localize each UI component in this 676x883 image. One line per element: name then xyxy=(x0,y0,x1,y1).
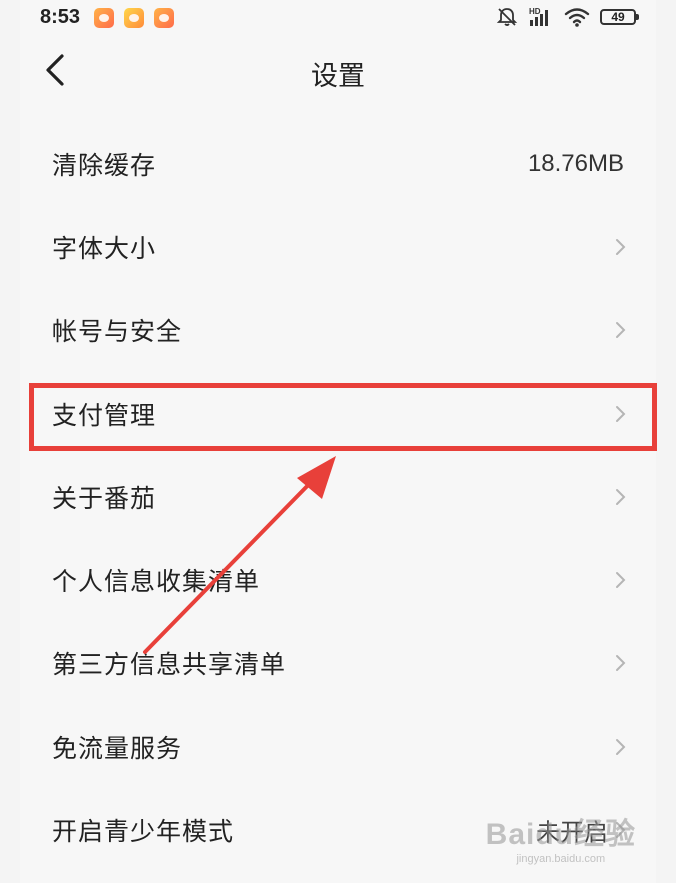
settings-list: 清除缓存 18.76MB 字体大小 帐号与安全 支付管理 关于番茄 个人信息收集… xyxy=(20,122,656,872)
battery-icon: 49 xyxy=(600,9,639,25)
settings-item-personal-info-list[interactable]: 个人信息收集清单 xyxy=(20,538,656,621)
settings-item-about[interactable]: 关于番茄 xyxy=(20,455,656,538)
bell-muted-icon xyxy=(496,8,518,26)
network-hd-label: HD xyxy=(529,7,541,16)
annotation-highlight-box xyxy=(29,383,657,451)
notification-weibo-icon xyxy=(124,8,144,28)
watermark-logo: Baidu经验 xyxy=(485,818,636,851)
settings-item-label: 免流量服务 xyxy=(52,733,183,763)
signal-icon: HD xyxy=(529,7,548,26)
settings-item-label: 帐号与安全 xyxy=(52,317,183,347)
settings-item-account-security[interactable]: 帐号与安全 xyxy=(20,289,656,372)
baidu-watermark: Baidu经验 jingyan.baidu.com xyxy=(486,809,636,865)
notification-app-icon xyxy=(94,8,114,28)
settings-item-label: 字体大小 xyxy=(52,233,157,263)
settings-item-label: 第三方信息共享清单 xyxy=(52,650,287,680)
settings-item-font-size[interactable]: 字体大小 xyxy=(20,205,656,288)
settings-item-third-party-sharing[interactable]: 第三方信息共享清单 xyxy=(20,622,656,705)
settings-item-clear-cache[interactable]: 清除缓存 18.76MB xyxy=(20,122,656,205)
chevron-right-icon xyxy=(616,488,626,505)
notification-app-icon xyxy=(154,8,174,28)
status-time: 8:53 xyxy=(40,6,81,28)
chevron-right-icon xyxy=(616,655,626,672)
chevron-right-icon xyxy=(616,238,626,255)
page-title: 设置 xyxy=(311,61,365,92)
settings-item-label: 开启青少年模式 xyxy=(52,817,235,847)
status-icons: HD 49 xyxy=(496,6,639,28)
settings-screen: 8:53 HD 49 设置 清除缓存 18.76MB 字体大小 帐号与安全 支付… xyxy=(0,0,676,883)
watermark-url: jingyan.baidu.com xyxy=(516,853,606,865)
chevron-right-icon xyxy=(616,738,626,755)
settings-item-label: 清除缓存 xyxy=(52,150,157,180)
settings-item-free-data-service[interactable]: 免流量服务 xyxy=(20,705,656,788)
chevron-right-icon xyxy=(616,572,626,589)
chevron-right-icon xyxy=(616,322,626,339)
settings-item-label: 关于番茄 xyxy=(52,483,157,513)
settings-item-label: 个人信息收集清单 xyxy=(52,567,261,597)
status-bar: 8:53 HD 49 xyxy=(0,0,676,38)
wifi-icon xyxy=(564,8,590,27)
cache-size-value: 18.76MB xyxy=(527,149,624,177)
page-header: 设置 xyxy=(0,38,676,108)
